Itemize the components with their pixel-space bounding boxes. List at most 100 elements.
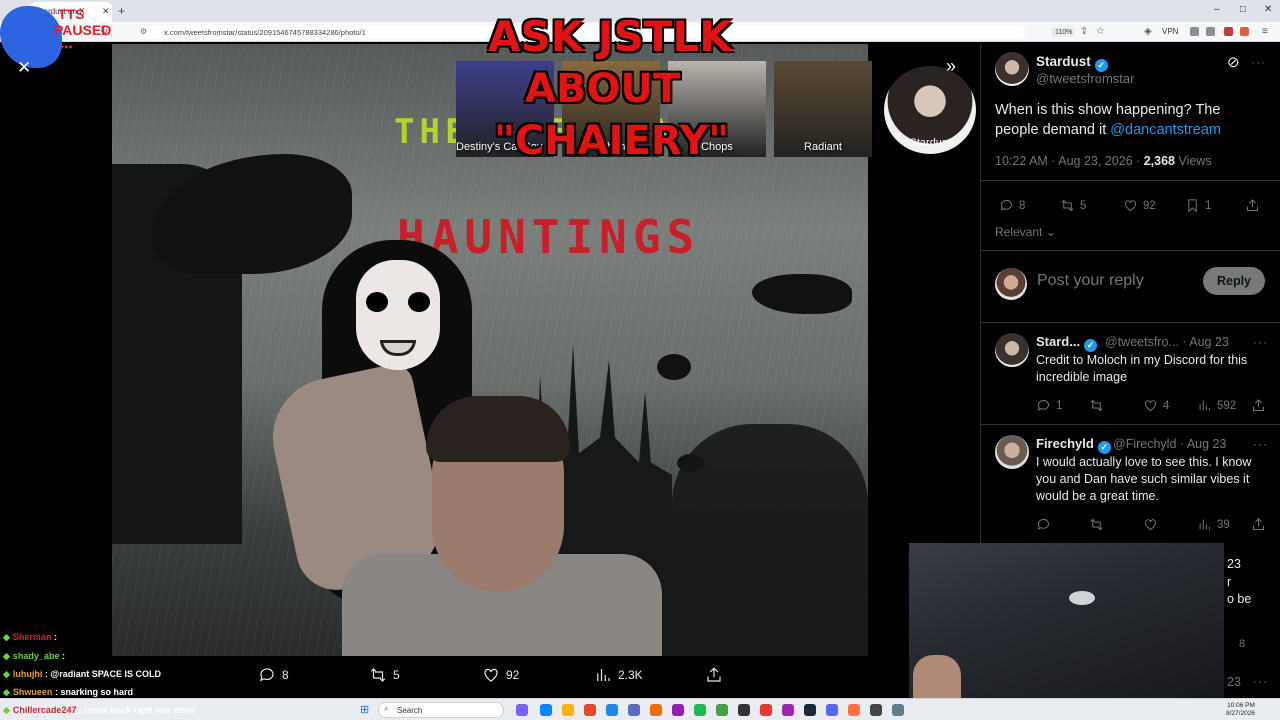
mention-link[interactable]: @dancantstream <box>1110 122 1221 138</box>
steam-icon[interactable] <box>804 704 816 716</box>
discord-icon[interactable] <box>826 704 838 716</box>
menu-icon[interactable]: ≡ <box>1262 26 1268 37</box>
zoom-level[interactable]: 110% <box>1052 28 1076 37</box>
bookmark-button[interactable]: 1 <box>1185 198 1211 213</box>
media-repost-button[interactable]: 5 <box>369 666 400 684</box>
tweet-time[interactable]: 10:22 AM · Aug 23, 2026 · <box>995 154 1144 168</box>
chat-user: luhujhi <box>12 669 43 679</box>
ghost-eye <box>366 292 388 312</box>
app-icon[interactable] <box>716 704 728 716</box>
reply-views-button[interactable]: 39 <box>1197 517 1230 532</box>
app-icon[interactable] <box>540 704 552 716</box>
bookmark-count: 1 <box>1205 199 1212 212</box>
ask-overlay-line1: ASK JSTLK <box>488 12 732 61</box>
crow-silhouette <box>657 354 691 380</box>
more-icon[interactable]: ··· <box>1253 437 1268 451</box>
author-handle[interactable]: @tweetsfromstar <box>1036 71 1134 86</box>
media-repost-count: 5 <box>393 668 400 682</box>
divider <box>981 250 1280 251</box>
app-icon[interactable] <box>516 704 528 716</box>
chat-message: ◆ Shwueen : snarking so hard <box>3 687 133 697</box>
tree-silhouette <box>672 424 868 656</box>
close-window-icon[interactable]: ✕ <box>1264 4 1272 15</box>
heart-icon <box>1125 200 1136 212</box>
taskbar-search-label: Search <box>397 706 423 715</box>
reply-reply-button[interactable] <box>1036 517 1056 532</box>
app-icon[interactable] <box>760 704 772 716</box>
ask-overlay-line3: "CHAIERY" <box>494 118 730 164</box>
app-icon[interactable] <box>870 704 882 716</box>
grok-icon[interactable]: ⊘ <box>1227 53 1240 71</box>
app-icon[interactable] <box>782 704 794 716</box>
rewards-icon[interactable] <box>1240 27 1249 36</box>
taskbar-clock[interactable]: 10:06 PM 8/27/2026 <box>1226 702 1255 718</box>
vpn-button[interactable]: VPN <box>1162 27 1178 36</box>
app-icon[interactable] <box>738 704 750 716</box>
maximize-icon[interactable]: □ <box>1240 4 1246 15</box>
divider <box>981 180 1280 181</box>
bookmark-icon[interactable]: ☆ <box>1096 26 1105 37</box>
share-button[interactable] <box>1245 198 1260 213</box>
sort-dropdown[interactable]: Relevant ⌄ <box>995 225 1056 239</box>
taskbar-search[interactable]: Search <box>378 702 504 718</box>
shield-icon[interactable]: ◈ <box>1144 26 1152 37</box>
reply-icon <box>1037 519 1049 530</box>
windows-start-icon[interactable]: ⊞ <box>360 703 369 716</box>
media-views-button[interactable]: 2.3K <box>594 666 643 684</box>
extension-icon[interactable] <box>1190 27 1199 36</box>
app-icon[interactable] <box>892 704 904 716</box>
my-avatar <box>995 268 1027 300</box>
reply-share-button[interactable] <box>1251 398 1266 413</box>
more-icon[interactable]: ··· <box>1251 55 1266 69</box>
site-settings-icon[interactable]: ⚙ <box>140 27 147 36</box>
app-icon[interactable] <box>606 704 618 716</box>
reply-author-name[interactable]: Stard... ✓ <box>1036 334 1098 352</box>
more-icon[interactable]: ··· <box>1253 335 1268 349</box>
chat-badge-icon: ◆ <box>3 687 10 697</box>
media-share-button[interactable] <box>705 666 723 684</box>
reply-icon <box>1000 200 1012 211</box>
reply-reply-button[interactable]: 1 <box>1036 398 1062 413</box>
media-like-button[interactable]: 92 <box>482 666 519 684</box>
expand-chevron-icon[interactable]: » <box>946 56 956 77</box>
media-reply-button[interactable]: 8 <box>258 666 289 684</box>
app-icon[interactable] <box>628 704 640 716</box>
more-icon[interactable]: ··· <box>1253 674 1268 688</box>
screen: Stardust on X ✕ + – □ ✕ ‹ › ↻ x.com/twee… <box>0 0 1280 720</box>
reply-input[interactable]: Post your reply <box>1037 272 1144 290</box>
partial-date: 23 <box>1227 557 1241 571</box>
reply-author-name[interactable]: Firechyld ✓ <box>1036 436 1111 454</box>
author-name[interactable]: Stardust ✓ <box>1036 54 1108 72</box>
reply-text: Credit to Moloch in my Discord for this … <box>1036 353 1248 384</box>
reply-author-handle[interactable]: @tweetsfro... · Aug 23 <box>1105 335 1229 349</box>
reply-submit-button[interactable]: Reply <box>1203 267 1265 295</box>
chat-badge-icon: ◆ <box>3 705 10 715</box>
folder-icon[interactable] <box>562 704 574 716</box>
reply-avatar[interactable] <box>995 435 1029 469</box>
spotify-icon[interactable] <box>694 704 706 716</box>
reply-repost-button[interactable] <box>1089 517 1109 532</box>
reply-share-button[interactable] <box>1251 517 1266 532</box>
repost-button[interactable]: 5 <box>1060 198 1086 213</box>
chat-text: snarking so hard <box>60 687 133 697</box>
chat-badge-icon: ◆ <box>3 651 10 661</box>
reply-repost-button[interactable] <box>1089 398 1109 413</box>
reply-avatar[interactable] <box>995 333 1029 367</box>
app-icon[interactable] <box>650 704 662 716</box>
extension-icon[interactable] <box>1224 27 1233 36</box>
author-avatar[interactable] <box>995 52 1029 86</box>
reply-button[interactable]: 8 <box>999 198 1025 213</box>
reply-views-button[interactable]: 592 <box>1197 398 1236 413</box>
close-media-icon[interactable]: ✕ <box>17 58 31 78</box>
reply-like-button[interactable]: 4 <box>1143 398 1169 413</box>
reply-author-handle[interactable]: @Firechyld · Aug 23 <box>1113 437 1226 451</box>
app-icon[interactable] <box>672 704 684 716</box>
like-button[interactable]: 92 <box>1123 198 1156 213</box>
app-icon[interactable] <box>584 704 596 716</box>
wallet-icon[interactable] <box>1206 27 1215 36</box>
chat-text: come back i got one more <box>84 705 196 715</box>
minimize-icon[interactable]: – <box>1214 4 1220 15</box>
app-icon[interactable] <box>848 704 860 716</box>
reply-like-button[interactable] <box>1143 517 1163 532</box>
share-icon[interactable]: ⇪ <box>1080 26 1088 37</box>
